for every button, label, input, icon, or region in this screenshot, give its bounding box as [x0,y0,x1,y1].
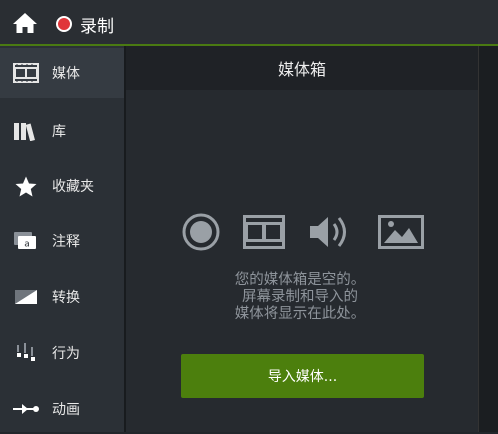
sidebar-item-label: 注释 [52,234,80,250]
panel-header: 媒体箱 [126,46,478,90]
sidebar-item-behaviors[interactable]: 行为 [0,328,124,378]
record-dot-icon [56,16,72,32]
behavior-icon [12,341,40,365]
panel-title: 媒体箱 [277,60,326,79]
library-icon [12,119,40,143]
sidebar-item-label: 收藏夹 [52,179,94,195]
record-button[interactable]: 录制 [56,11,114,37]
audio-icon [308,212,354,252]
right-scroll-strip [478,46,498,432]
empty-message-line: 您的媒体箱是空的。 [234,272,366,288]
sidebar-item-label: 库 [52,124,66,140]
annotation-icon: a [12,229,40,253]
svg-text:a: a [24,240,30,250]
record-label: 录制 [80,16,114,37]
record-icon [181,212,221,252]
animation-icon [12,397,40,421]
image-icon [378,212,424,252]
video-icon [243,212,285,252]
sidebar-item-media[interactable]: 媒体 [0,48,124,98]
sidebar-item-label: 动画 [52,402,80,418]
sidebar: 媒体 库 收藏夹 a 注释 转换 行为 动画 [0,46,124,432]
empty-message-line: 媒体将显示在此处。 [234,306,366,322]
import-media-button[interactable]: 导入媒体... [181,354,424,398]
sidebar-item-label: 行为 [52,346,80,362]
sidebar-item-library[interactable]: 库 [0,106,124,156]
top-toolbar: 录制 [0,0,498,46]
home-icon[interactable] [12,12,38,34]
star-icon [12,174,40,198]
sidebar-item-label: 转换 [52,290,80,306]
sidebar-item-transitions[interactable]: 转换 [0,272,124,322]
sidebar-item-annotations[interactable]: a 注释 [0,216,124,266]
empty-message-line: 屏幕录制和导入的 [242,289,358,305]
film-icon [12,61,40,85]
sidebar-item-favorites[interactable]: 收藏夹 [0,161,124,211]
empty-bin-message: 您的媒体箱是空的。 屏幕录制和导入的 媒体将显示在此处。 [200,272,400,323]
sidebar-item-label: 媒体 [52,66,80,82]
transition-icon [12,285,40,309]
sidebar-item-animations[interactable]: 动画 [0,384,124,434]
